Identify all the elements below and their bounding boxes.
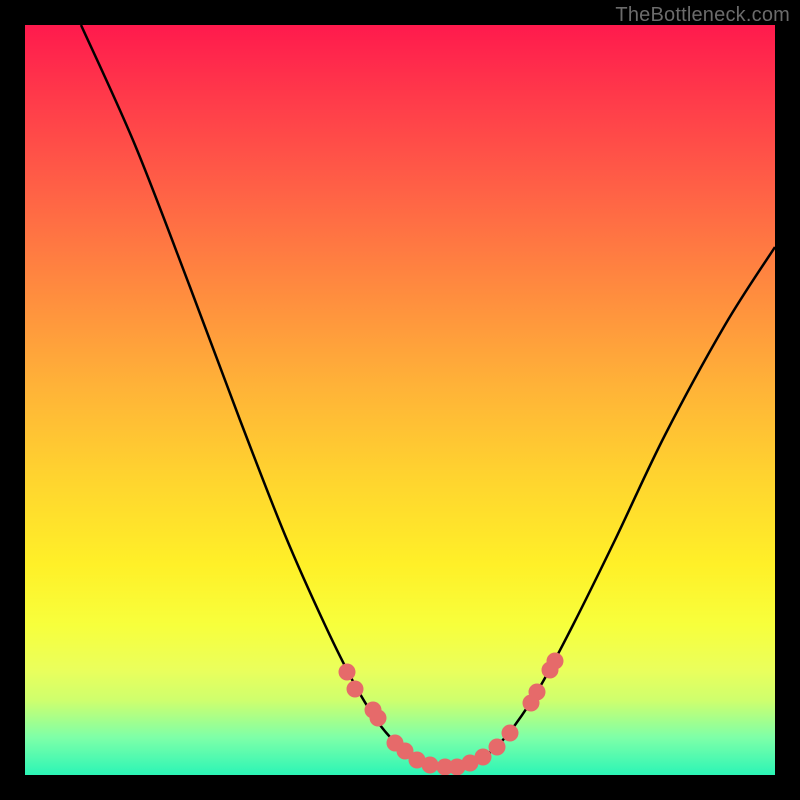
data-dot (475, 749, 492, 766)
plot-area (25, 25, 775, 775)
data-dot (489, 739, 506, 756)
data-dot (502, 725, 519, 742)
chart-frame: TheBottleneck.com (0, 0, 800, 800)
data-dot (370, 710, 387, 727)
data-dots (339, 653, 564, 776)
watermark-text: TheBottleneck.com (615, 4, 790, 27)
data-dot (529, 684, 546, 701)
data-dot (339, 664, 356, 681)
data-dot (347, 681, 364, 698)
data-dot (422, 757, 439, 774)
data-dot (547, 653, 564, 670)
bottleneck-curve (81, 25, 775, 768)
plot-svg (25, 25, 775, 775)
